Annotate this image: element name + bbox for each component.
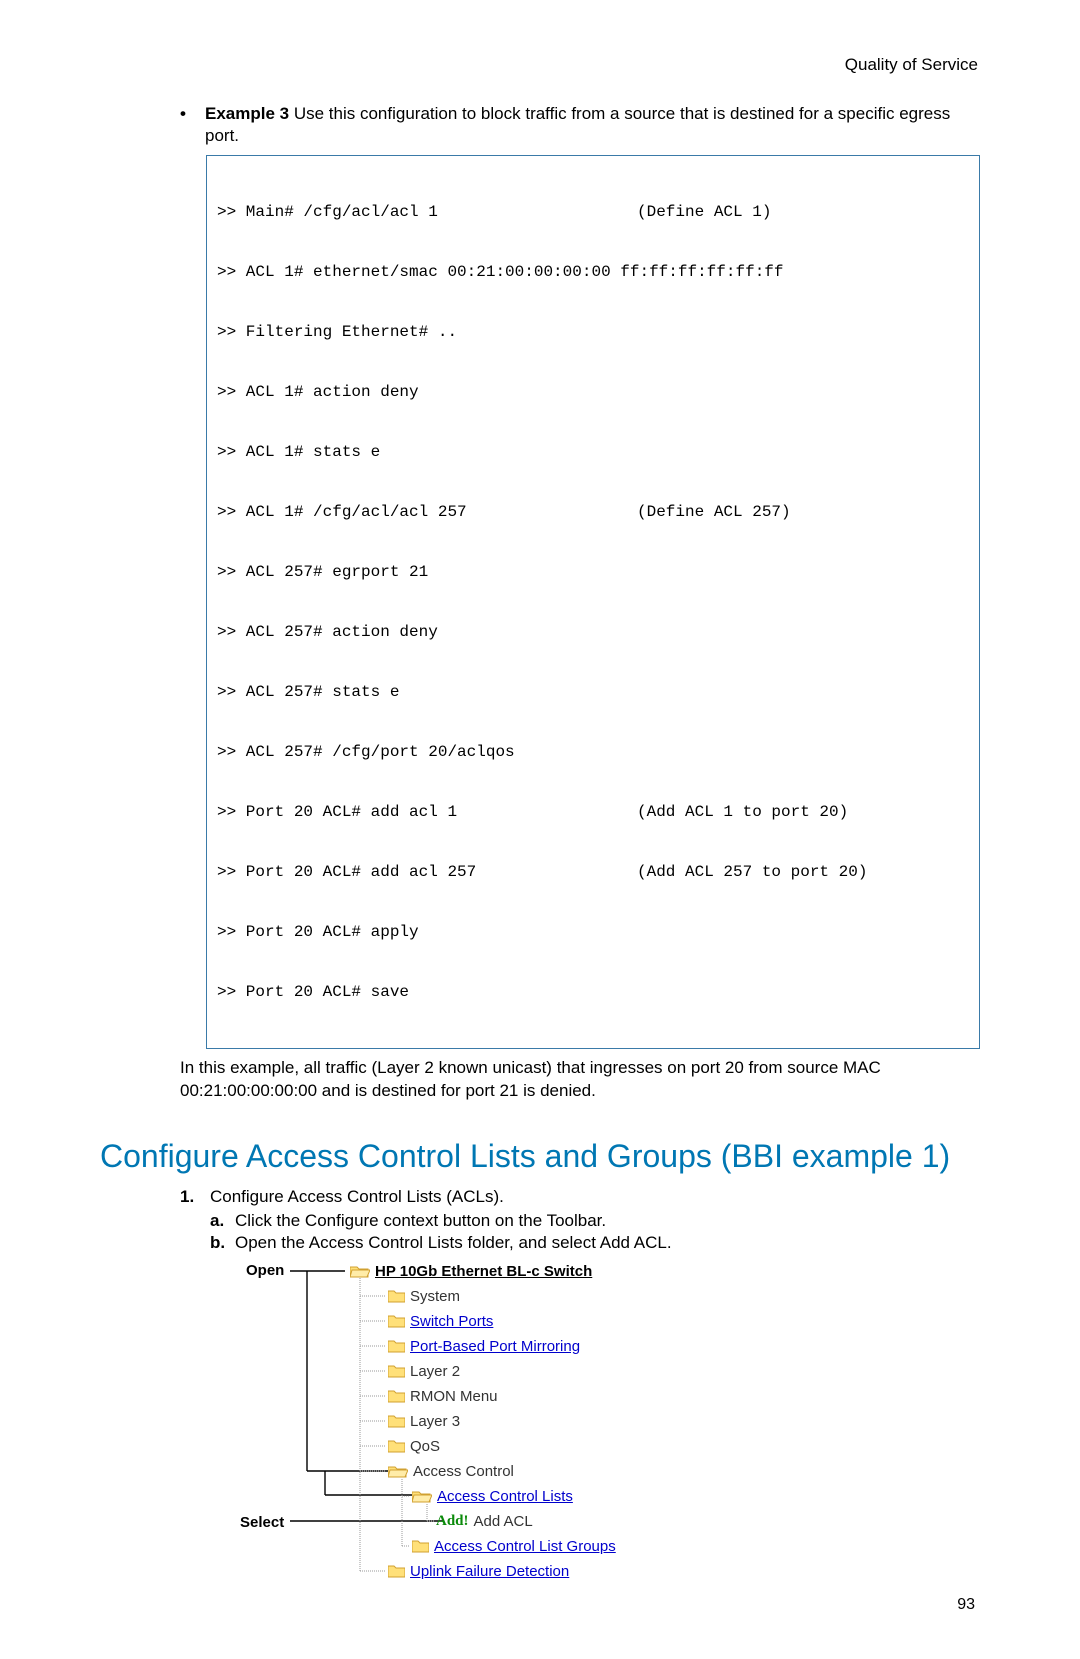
tree-item-switch-ports[interactable]: Switch Ports [350, 1309, 616, 1334]
tree-item-uplink[interactable]: Uplink Failure Detection [350, 1559, 616, 1584]
code-r: (Add ACL 1 to port 20) [637, 802, 969, 822]
tree-item-label: Access Control List Groups [434, 1538, 616, 1555]
tree-item-label: Layer 2 [410, 1363, 460, 1380]
code-r [637, 322, 969, 342]
step-1-marker: 1. [180, 1187, 210, 1207]
step-b-marker: b. [210, 1233, 235, 1253]
step-a-post: context button on the Toolbar. [379, 1211, 606, 1230]
folder-icon [388, 1289, 405, 1303]
folder-open-icon [350, 1264, 370, 1279]
tree-item-label: Access Control [413, 1463, 514, 1480]
code-l: >> Filtering Ethernet# .. [217, 322, 637, 342]
folder-icon [388, 1414, 405, 1428]
folder-icon [388, 1564, 405, 1578]
folder-icon [388, 1439, 405, 1453]
step-b-text: Open the Access Control Lists folder, an… [235, 1233, 672, 1253]
add-icon: Add! [436, 1513, 469, 1530]
step-b-bold: Add ACL [600, 1233, 667, 1252]
page-number: 93 [957, 1596, 975, 1614]
code-l: >> Port 20 ACL# add acl 257 [217, 862, 637, 882]
code-l: >> ACL 1# stats e [217, 442, 637, 462]
step-a-bold: Configure [305, 1211, 379, 1230]
step-1-text: Configure Access Control Lists (ACLs). [210, 1187, 504, 1207]
step-a-text: Click the Configure context button on th… [235, 1211, 606, 1231]
tree-item-rmon[interactable]: RMON Menu [350, 1384, 616, 1409]
code-l: >> Port 20 ACL# add acl 1 [217, 802, 637, 822]
code-r [637, 982, 969, 1002]
example-intro-text: Use this configuration to block traffic … [205, 104, 950, 145]
tree-item-add-acl[interactable]: Add! Add ACL [350, 1509, 616, 1534]
tree-item-label: Port-Based Port Mirroring [410, 1338, 580, 1355]
code-r [637, 922, 969, 942]
code-r [637, 622, 969, 642]
tree-item-acl-groups[interactable]: Access Control List Groups [350, 1534, 616, 1559]
code-r: (Add ACL 257 to port 20) [637, 862, 969, 882]
example-label: Example 3 [205, 104, 289, 123]
code-r [637, 682, 969, 702]
folder-open-icon [388, 1464, 408, 1479]
folder-icon [412, 1539, 429, 1553]
post-paragraph: In this example, all traffic (Layer 2 kn… [180, 1057, 980, 1103]
code-l: >> Main# /cfg/acl/acl 1 [217, 202, 637, 222]
tree-item-qos[interactable]: QoS [350, 1434, 616, 1459]
bullet-dot: • [180, 103, 205, 148]
open-callout-label: Open [246, 1262, 284, 1279]
code-r: (Define ACL 257) [637, 502, 969, 522]
tree-root[interactable]: HP 10Gb Ethernet BL-c Switch [350, 1259, 616, 1284]
step-b-post: . [667, 1233, 672, 1252]
section-heading: Configure Access Control Lists and Group… [100, 1138, 980, 1175]
tree-item-port-mirroring[interactable]: Port-Based Port Mirroring [350, 1334, 616, 1359]
code-r [637, 562, 969, 582]
code-r: (Define ACL 1) [637, 202, 969, 222]
code-l: >> Port 20 ACL# save [217, 982, 637, 1002]
folder-icon [388, 1339, 405, 1353]
code-r [637, 262, 969, 282]
tree-item-label: RMON Menu [410, 1388, 498, 1405]
folder-icon [388, 1364, 405, 1378]
code-l: >> ACL 257# /cfg/port 20/aclqos [217, 742, 637, 762]
step-a-pre: Click the [235, 1211, 305, 1230]
example-intro: Example 3 Use this configuration to bloc… [205, 103, 980, 148]
step-a-marker: a. [210, 1211, 235, 1231]
tree-item-label: System [410, 1288, 460, 1305]
tree-item-label: Uplink Failure Detection [410, 1563, 569, 1580]
select-callout-label: Select [240, 1514, 284, 1531]
tree-item-label: Layer 3 [410, 1413, 460, 1430]
code-l: >> ACL 1# /cfg/acl/acl 257 [217, 502, 637, 522]
code-r [637, 442, 969, 462]
tree-item-label: Access Control Lists [437, 1488, 573, 1505]
tree-item-label: QoS [410, 1438, 440, 1455]
tree-item-acl[interactable]: Access Control Lists [350, 1484, 616, 1509]
tree-item-label: Add ACL [474, 1513, 533, 1530]
code-l: >> Port 20 ACL# apply [217, 922, 637, 942]
code-r [637, 742, 969, 762]
tree-item-layer3[interactable]: Layer 3 [350, 1409, 616, 1434]
tree-item-label: Switch Ports [410, 1313, 493, 1330]
code-l: >> ACL 257# stats e [217, 682, 637, 702]
folder-open-icon [412, 1489, 432, 1504]
code-l: >> ACL 257# action deny [217, 622, 637, 642]
tree-item-layer2[interactable]: Layer 2 [350, 1359, 616, 1384]
code-block: >> Main# /cfg/acl/acl 1(Define ACL 1) >>… [206, 155, 980, 1049]
tree-item-system[interactable]: System [350, 1284, 616, 1309]
step-b-pre: Open the Access Control Lists folder, an… [235, 1233, 600, 1252]
tree-item-access-control[interactable]: Access Control [350, 1459, 616, 1484]
tree-root-label: HP 10Gb Ethernet BL-c Switch [375, 1263, 592, 1280]
folder-icon [388, 1389, 405, 1403]
code-l: >> ACL 257# egrport 21 [217, 562, 637, 582]
code-r [637, 382, 969, 402]
page-header: Quality of Service [100, 55, 980, 75]
code-l: >> ACL 1# action deny [217, 382, 637, 402]
folder-icon [388, 1314, 405, 1328]
code-l: >> ACL 1# ethernet/smac 00:21:00:00:00:0… [217, 262, 637, 282]
